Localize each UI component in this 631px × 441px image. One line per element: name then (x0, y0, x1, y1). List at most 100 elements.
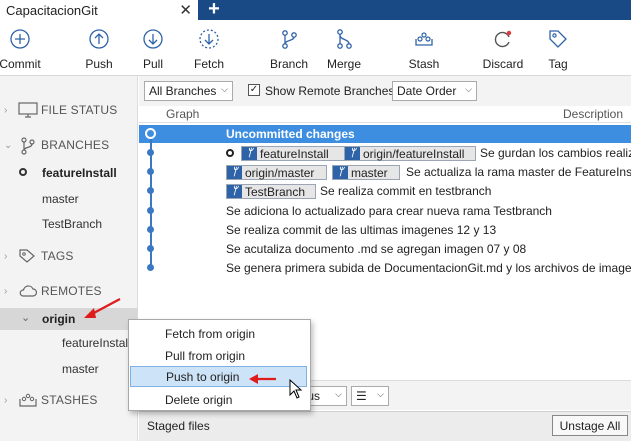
tab-strip: CapacitacionGit ✕ + (0, 0, 631, 20)
merge-label: Merge (326, 57, 361, 71)
commit-row[interactable]: ᛘ origin/master ᛘ master Se actualiza la… (139, 163, 631, 181)
sidebar-remote-branch-featureinstall[interactable]: featureInstall (0, 332, 138, 354)
commit-row[interactable]: ᛘ TestBranch Se realiza commit en testbr… (139, 182, 631, 200)
commit-label: Commit (0, 57, 41, 71)
unstage-all-button[interactable]: Unstage All (552, 415, 628, 436)
sidebar-branch-testbranch[interactable]: TestBranch (0, 213, 138, 235)
branch-ref-label[interactable]: ᛘ master (332, 165, 400, 180)
remote-branch-label: master (62, 362, 99, 376)
tag-icon (549, 30, 567, 48)
stash-button[interactable]: Stash (394, 24, 454, 72)
branch-icon (282, 30, 297, 49)
sidebar-branch-master[interactable]: master (0, 188, 138, 210)
head-indicator-icon (226, 149, 234, 157)
ref-text: featureInstall (260, 146, 329, 161)
commit-message: Se actualiza la rama master de FeatureIn… (406, 165, 631, 179)
branches-label: BRANCHES (41, 138, 110, 152)
chevron-down-icon: ⌵ (377, 389, 384, 399)
menu-item-fetch-from-origin[interactable]: Fetch from origin (129, 323, 310, 344)
menu-item-delete-origin[interactable]: Delete origin (129, 389, 310, 410)
remote-ref-label[interactable]: ᛘ origin/featureInstall (344, 146, 476, 161)
branch-button[interactable]: Branch (259, 24, 319, 72)
sidebar: › FILE STATUS ⌄ BRANCHES featureInstall … (0, 76, 138, 441)
tag-label: Tag (548, 57, 568, 71)
current-branch-icon (19, 168, 27, 176)
commit-node-icon (147, 207, 154, 214)
add-tab-icon[interactable]: + (202, 0, 226, 20)
sidebar-tags[interactable]: › TAGS (0, 244, 138, 268)
cloud-icon (19, 285, 38, 297)
stashes-label: STASHES (41, 393, 98, 407)
chevron-down-icon: ⌵ (335, 389, 342, 399)
pull-icon (143, 29, 163, 49)
commit-row[interactable]: ᛘ featureInstall ᛘ origin/featureInstall… (139, 144, 631, 162)
toolbar: Commit Push Pull Fetch Branch Merge Stas… (0, 20, 631, 76)
branch-ref-label[interactable]: ᛘ TestBranch (226, 184, 316, 199)
commit-node-icon (147, 187, 154, 194)
branch-ref-label[interactable]: ᛘ featureInstall (241, 146, 353, 161)
remote-ref-label[interactable]: ᛘ origin/master (226, 165, 327, 180)
commit-node-icon (147, 226, 154, 233)
chevron-down-icon: ⌵ (221, 84, 228, 94)
sidebar-branch-featureinstall[interactable]: featureInstall (0, 162, 138, 184)
push-button[interactable]: Push (69, 24, 129, 72)
commit-button[interactable]: Commit (0, 24, 50, 72)
graph-column-header[interactable]: Graph (166, 107, 199, 121)
commit-row[interactable]: Se genera primera subida de Documentacio… (139, 259, 631, 277)
sidebar-stashes[interactable]: › STASHES (0, 388, 138, 412)
sidebar-branches[interactable]: ⌄ BRANCHES (0, 133, 138, 157)
view-mode-select[interactable]: ☰ ⌵ (351, 386, 389, 406)
stash-label: Stash (408, 57, 440, 71)
annotation-arrow-icon (84, 298, 121, 318)
commit-message: Se genera primera subida de Documentacio… (226, 261, 631, 275)
merge-button[interactable]: Merge (314, 24, 374, 72)
commit-row[interactable]: Se adiciona lo actualizado para crear nu… (139, 202, 631, 220)
commit-row-uncommitted[interactable]: Uncommitted changes (139, 125, 631, 143)
tags-label: TAGS (41, 249, 74, 263)
fetch-button[interactable]: Fetch (179, 24, 239, 72)
description-column-header[interactable]: Description (563, 107, 623, 121)
commit-node-icon (147, 245, 154, 252)
commit-icon (10, 29, 30, 49)
push-label: Push (85, 57, 113, 71)
commit-node-icon (147, 264, 154, 271)
order-select[interactable]: Date Order ⌵ (392, 81, 477, 101)
discard-icon (494, 30, 512, 48)
order-value: Date Order (397, 84, 457, 98)
show-remote-label: Show Remote Branches (265, 84, 395, 98)
fetch-label: Fetch (193, 57, 224, 71)
commit-message: Uncommitted changes (226, 127, 355, 141)
stash-icon (415, 32, 433, 46)
menu-item-push-to-origin[interactable]: Push to origin (130, 366, 307, 387)
branches-filter-select[interactable]: All Branches ⌵ (144, 81, 233, 101)
fetch-icon (199, 29, 219, 49)
sidebar-remote-branch-master[interactable]: master (0, 358, 138, 380)
ref-text: master (351, 165, 388, 180)
commit-message: Se gurdan los cambios realiza (480, 146, 631, 160)
branch-icon: ᛘ (227, 166, 242, 179)
chevron-right-icon: › (4, 104, 8, 116)
tag-button[interactable]: Tag (528, 24, 588, 72)
chevron-down-icon: ⌄ (21, 312, 31, 324)
chevron-down-icon: ⌄ (4, 139, 13, 151)
branch-icon: ᛘ (333, 166, 348, 179)
uncommitted-node-icon (145, 128, 156, 139)
pull-button[interactable]: Pull (123, 24, 183, 72)
mouse-cursor-icon (289, 379, 303, 399)
commit-message: Se realiza commit en testbranch (320, 184, 492, 198)
context-menu: Fetch from origin Pull from origin Push … (128, 319, 311, 411)
commit-row[interactable]: Se realiza commit de las ultimas imagene… (139, 221, 631, 239)
staged-files-panel: Staged files Unstage All (139, 411, 631, 441)
tag-icon (19, 249, 35, 263)
commit-row[interactable]: Se acutaliza documento .md se agregan im… (139, 240, 631, 258)
commit-message: Se realiza commit de las ultimas imagene… (226, 223, 497, 237)
sidebar-file-status[interactable]: › FILE STATUS (0, 98, 138, 122)
chevron-down-icon: ⌵ (465, 84, 472, 94)
discard-button[interactable]: Discard (473, 24, 533, 72)
ref-text: origin/master (245, 165, 315, 180)
tab-capacitaciongit[interactable]: CapacitacionGit ✕ (0, 0, 198, 20)
menu-item-pull-from-origin[interactable]: Pull from origin (129, 345, 310, 366)
show-remote-checkbox[interactable]: ✓ (248, 84, 260, 96)
branch-icon: ᛘ (345, 147, 360, 160)
close-icon[interactable]: ✕ (179, 1, 192, 19)
